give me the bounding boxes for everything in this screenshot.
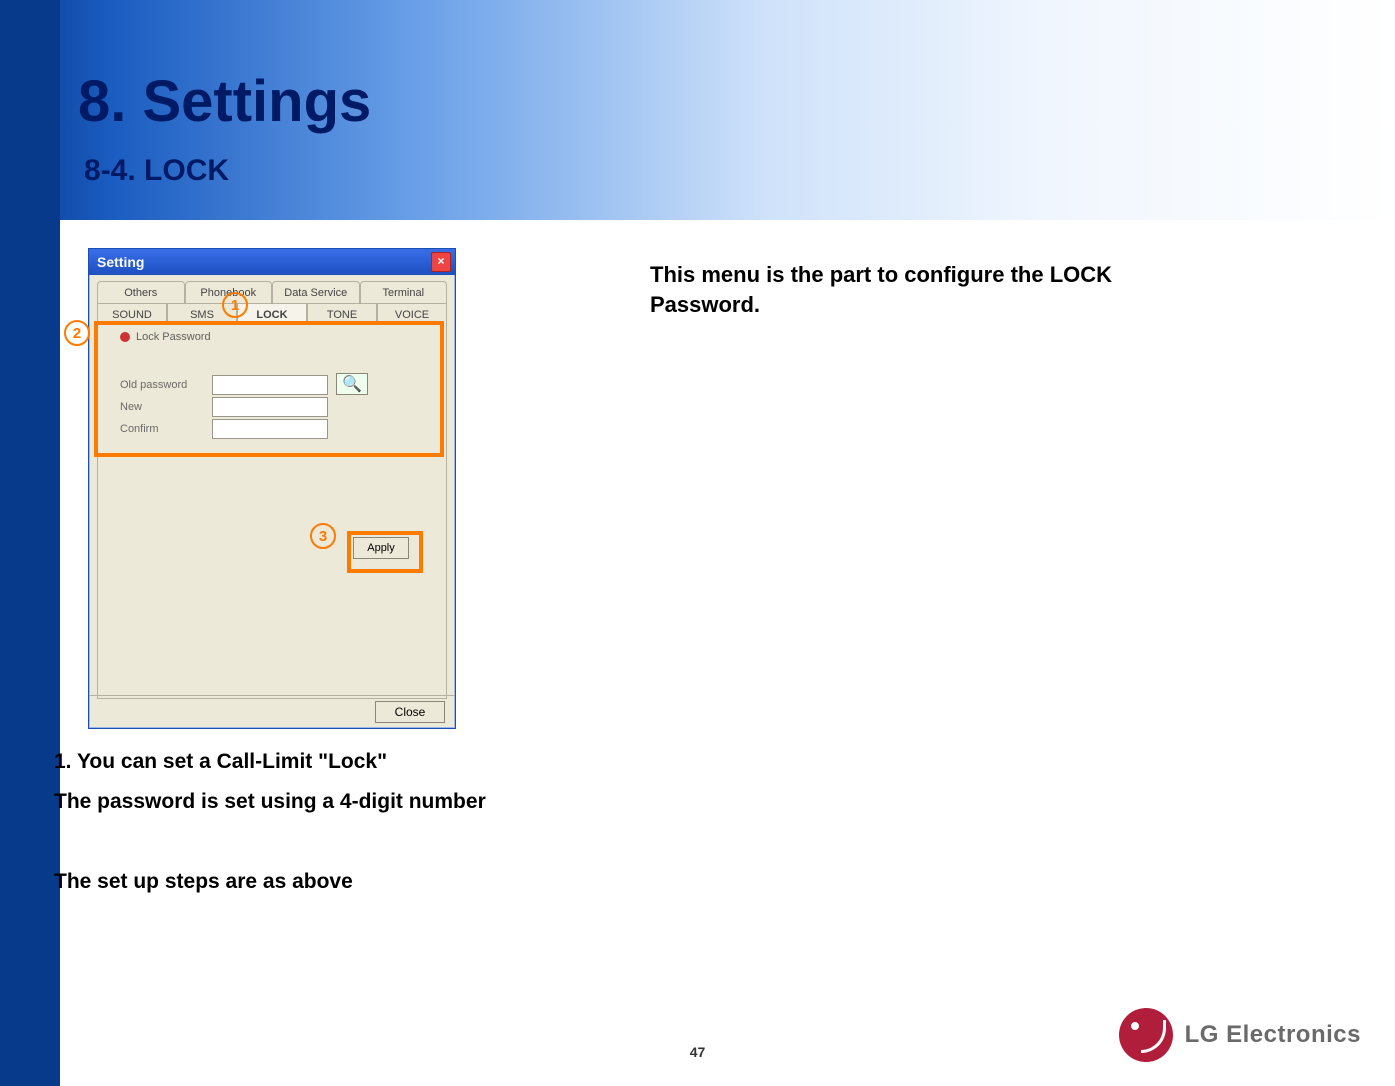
input-new-password[interactable] [212, 397, 328, 417]
callout-1: 1 [222, 292, 248, 318]
apply-button[interactable]: Apply [353, 537, 409, 559]
lg-logo: LG Electronics [1119, 1008, 1361, 1062]
label-old-password: Old password [120, 379, 200, 391]
close-icon[interactable]: × [431, 252, 451, 272]
tab-terminal[interactable]: Terminal [360, 281, 448, 303]
caption-line-3: The set up steps are as above [54, 870, 353, 894]
caption-line-2: The password is set using a 4-digit numb… [54, 790, 486, 814]
section-label: Lock Password [136, 331, 211, 343]
page-subtitle: 8-4. LOCK [84, 154, 229, 188]
bullet-icon [120, 332, 130, 342]
page-title: 8. Settings [78, 68, 371, 135]
lg-logo-icon [1119, 1008, 1173, 1062]
label-confirm-password: Confirm [120, 423, 200, 435]
close-button[interactable]: Close [375, 701, 445, 723]
tab-strip: Others Phonebook Data Service Terminal S… [97, 281, 447, 325]
tab-pane-lock: Lock Password Old password 🔍 New Confirm… [97, 325, 447, 699]
lg-logo-text: LG Electronics [1185, 1021, 1361, 1049]
section-header: Lock Password [120, 331, 211, 343]
callout-2: 2 [64, 320, 90, 346]
magnifier-icon: 🔍 [342, 374, 362, 394]
input-confirm-password[interactable] [212, 419, 328, 439]
caption-line-1: 1. You can set a Call-Limit "Lock" [54, 750, 387, 774]
window-footer: Close [89, 695, 455, 728]
tab-data-service[interactable]: Data Service [272, 281, 360, 303]
label-new-password: New [120, 401, 200, 413]
reveal-button[interactable]: 🔍 [336, 373, 368, 395]
setting-window: Setting × Others Phonebook Data Service … [88, 248, 456, 729]
tab-others[interactable]: Others [97, 281, 185, 303]
window-title: Setting [97, 254, 144, 270]
input-old-password[interactable] [212, 375, 328, 395]
window-titlebar: Setting × [89, 249, 455, 275]
description-text: This menu is the part to configure the L… [650, 260, 1170, 319]
left-stripe [0, 0, 60, 1086]
callout-3: 3 [310, 523, 336, 549]
